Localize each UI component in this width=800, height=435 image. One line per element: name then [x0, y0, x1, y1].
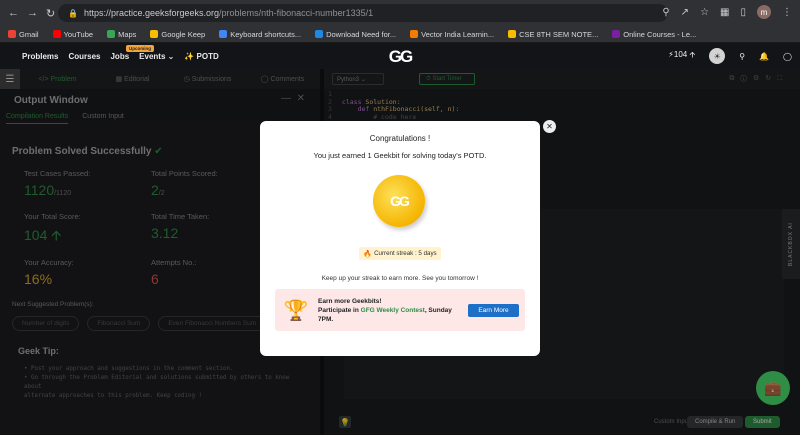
bookmark-youtube[interactable]: YouTube	[52, 30, 93, 39]
close-icon[interactable]: ✕	[543, 120, 556, 133]
browser-actions: ⚲ ↗ ☆ ▦ ▯ m ⋮	[662, 5, 792, 19]
reload-icon[interactable]: ↻	[46, 7, 55, 20]
lock-icon: 🔒	[68, 8, 78, 18]
geekbits-count[interactable]: ⚡104 🡩	[668, 49, 695, 63]
upcoming-badge: Upcoming	[126, 45, 154, 52]
bookmark-cse[interactable]: CSE 8TH SEM NOTE...	[508, 30, 598, 39]
contest-text: Earn more Geekbits! Participate in GFG W…	[318, 298, 452, 323]
download-icon	[315, 30, 324, 38]
user-icon[interactable]: ◯	[783, 52, 792, 61]
extensions-icon[interactable]: ▦	[720, 7, 729, 18]
sidepanel-icon[interactable]: ▯	[740, 7, 746, 18]
keep-streak-text: Keep up your streak to earn more. See yo…	[321, 275, 479, 282]
earn-more-button[interactable]: Earn More	[468, 304, 519, 317]
modal-subtitle: You just earned 1 Geekbit for solving to…	[313, 151, 487, 160]
bookmark-shortcuts[interactable]: Keyboard shortcuts...	[219, 30, 301, 39]
bookmark-courses[interactable]: Online Courses - Le...	[612, 30, 696, 39]
briefcase-icon[interactable]: 💼	[756, 371, 790, 405]
theme-toggle-icon[interactable]: ☀	[709, 48, 726, 64]
trophy-person-icon: 🏆	[283, 299, 309, 322]
profile-avatar[interactable]: m	[757, 5, 771, 19]
menu-icon[interactable]: ⋮	[782, 7, 792, 18]
nav-problems[interactable]: Problems	[22, 52, 58, 61]
potd-icon: ✨	[184, 51, 197, 61]
address-bar[interactable]: 🔒 https://practice.geeksforgeeks.org/pro…	[58, 4, 668, 22]
shortcuts-icon	[219, 30, 228, 38]
bookmark-keep[interactable]: Google Keep	[150, 30, 205, 39]
bell-icon[interactable]: 🔔	[759, 52, 769, 61]
youtube-icon	[52, 30, 61, 38]
back-icon[interactable]: ←	[8, 7, 19, 20]
streak-badge: 🔥 Current streak : 5 days	[359, 247, 441, 260]
modal-title: Congratulations !	[369, 134, 431, 143]
courses-icon	[612, 30, 621, 38]
keep-icon	[150, 30, 159, 38]
contest-banner: 🏆 Earn more Geekbits! Participate in GFG…	[275, 289, 525, 331]
share-icon[interactable]: ↗	[681, 7, 689, 18]
drive-icon	[508, 30, 517, 38]
search-icon[interactable]: ⚲	[739, 52, 745, 61]
forward-icon[interactable]: →	[27, 7, 38, 20]
congrats-modal: Congratulations ! You just earned 1 Geek…	[260, 121, 540, 356]
bookmark-download[interactable]: Download Need for...	[315, 30, 396, 39]
bookmark-maps[interactable]: Maps	[107, 30, 136, 39]
gfg-logo[interactable]: GG	[380, 47, 420, 66]
header-actions: ⚡104 🡩 ☀ ⚲ 🔔 ◯	[668, 48, 792, 64]
star-icon[interactable]: ☆	[700, 7, 709, 18]
nav-courses[interactable]: Courses	[68, 52, 100, 61]
vector-icon	[410, 30, 419, 38]
url-path: /problems/nth-fibonacci-number1335/1	[219, 8, 374, 18]
maps-icon	[107, 30, 116, 38]
bookmark-gmail[interactable]: Gmail	[8, 30, 39, 39]
nav-potd[interactable]: ✨ POTD	[184, 52, 218, 61]
url-host: https://practice.geeksforgeeks.org	[83, 8, 220, 18]
fire-icon: 🔥	[363, 250, 373, 258]
nav-events[interactable]: Events ⌄	[139, 52, 174, 61]
arrow-up-icon: 🡩	[689, 50, 696, 59]
zoom-icon[interactable]: ⚲	[662, 7, 669, 18]
geekbit-coin-icon: GG	[373, 175, 425, 227]
nav-jobs[interactable]: Jobs	[110, 52, 129, 61]
bookmarks-bar: Gmail YouTube Maps Google Keep Keyboard …	[0, 26, 800, 43]
gmail-icon	[8, 30, 16, 38]
bookmark-vector[interactable]: Vector India Learnin...	[410, 30, 494, 39]
